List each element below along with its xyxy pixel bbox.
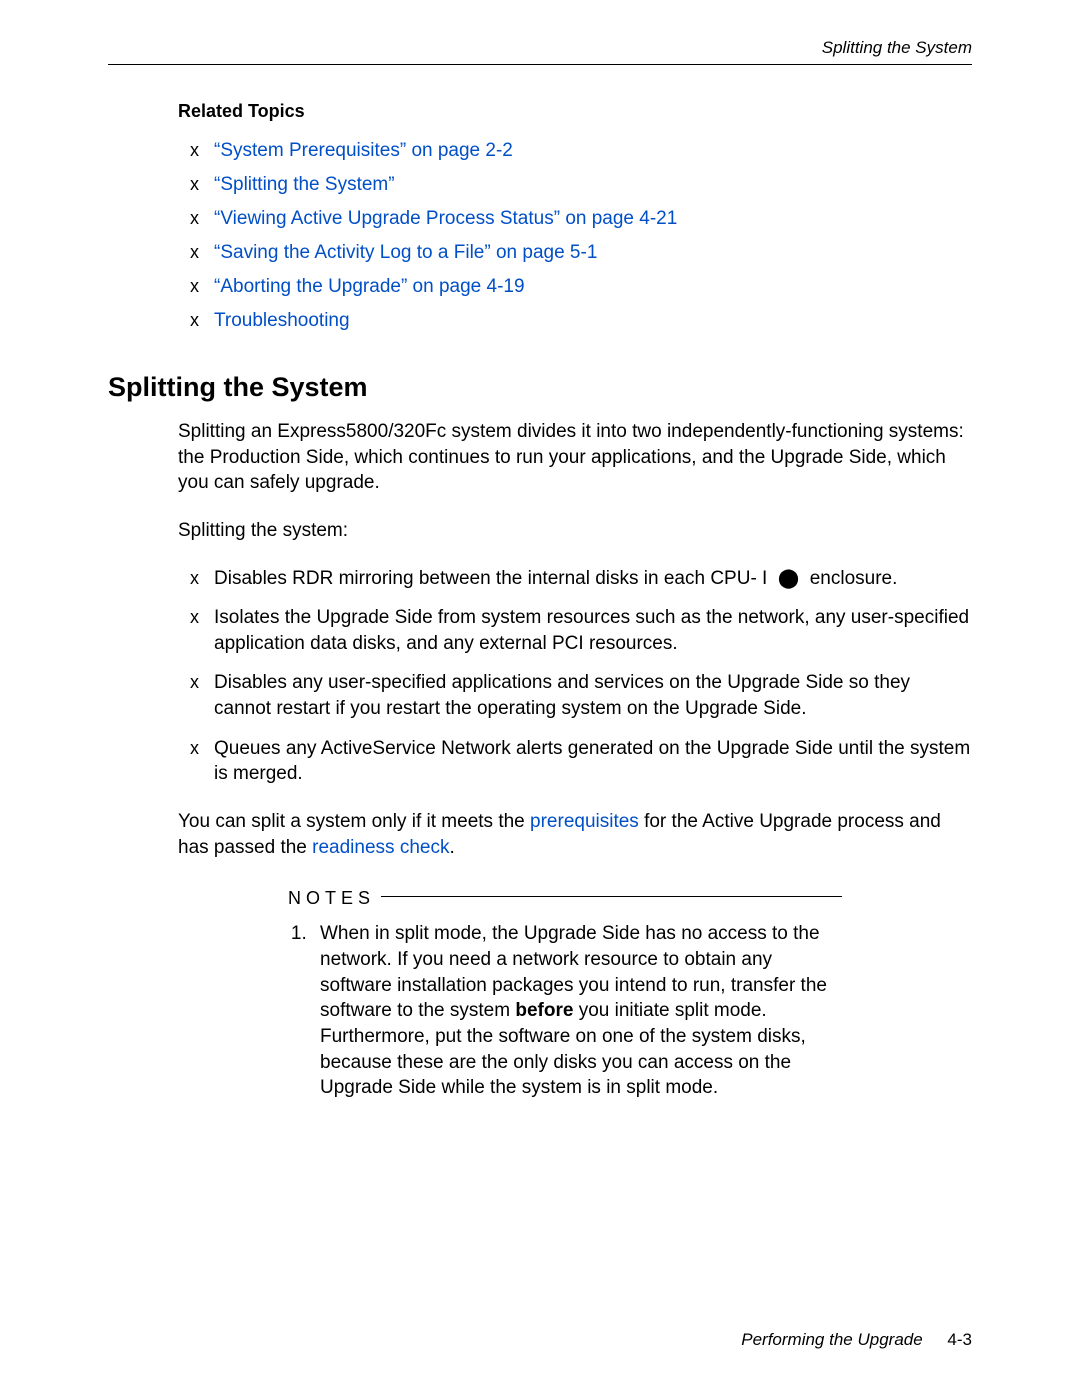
- text-fragment: .: [449, 837, 454, 858]
- notes-heading-row: NOTES: [288, 888, 842, 909]
- list-item: “Viewing Active Upgrade Process Status” …: [190, 208, 972, 230]
- topic-link[interactable]: Troubleshooting: [214, 310, 350, 331]
- lead-paragraph: Splitting the system:: [178, 518, 972, 544]
- list-item: Troubleshooting: [190, 310, 972, 332]
- prerequisites-link[interactable]: prerequisites: [530, 811, 639, 832]
- topic-link[interactable]: “Splitting the System”: [214, 174, 395, 195]
- list-item: “Aborting the Upgrade” on page 4-19: [190, 276, 972, 298]
- after-bullets-paragraph: You can split a system only if it meets …: [178, 809, 972, 860]
- notes-rule: [381, 896, 842, 897]
- list-item: When in split mode, the Upgrade Side has…: [312, 921, 842, 1100]
- list-item: Disables any user-specified applications…: [190, 670, 972, 721]
- notes-block: NOTES When in split mode, the Upgrade Si…: [288, 888, 842, 1100]
- footer-page-number: 4-3: [947, 1330, 972, 1349]
- footer-chapter: Performing the Upgrade: [741, 1330, 922, 1349]
- list-item: “Saving the Activity Log to a File” on p…: [190, 242, 972, 264]
- list-item: Disables RDR mirroring between the inter…: [190, 566, 972, 592]
- related-topics-heading: Related Topics: [178, 101, 972, 122]
- list-item: “Splitting the System”: [190, 174, 972, 196]
- text-fragment: You can split a system only if it meets …: [178, 811, 530, 832]
- topic-link[interactable]: “Saving the Activity Log to a File” on p…: [214, 242, 597, 263]
- running-header: Splitting the System: [108, 38, 972, 58]
- intro-paragraph: Splitting an Express5800/320Fc system di…: [178, 419, 972, 496]
- topic-link[interactable]: “System Prerequisites” on page 2-2: [214, 140, 513, 161]
- notes-list: When in split mode, the Upgrade Side has…: [312, 921, 842, 1100]
- topic-link[interactable]: “Aborting the Upgrade” on page 4-19: [214, 276, 525, 297]
- readiness-check-link[interactable]: readiness check: [312, 837, 449, 858]
- page-footer: Performing the Upgrade 4-3: [741, 1330, 972, 1350]
- header-rule: [108, 64, 972, 65]
- list-item: “System Prerequisites” on page 2-2: [190, 140, 972, 162]
- splitting-bullets: Disables RDR mirroring between the inter…: [190, 566, 972, 787]
- section-heading: Splitting the System: [108, 372, 972, 403]
- list-item: Isolates the Upgrade Side from system re…: [190, 605, 972, 656]
- list-item: Queues any ActiveService Network alerts …: [190, 736, 972, 787]
- topic-link[interactable]: “Viewing Active Upgrade Process Status” …: [214, 208, 677, 229]
- text-bold: before: [515, 1000, 573, 1021]
- related-topics-list: “System Prerequisites” on page 2-2 “Spli…: [190, 140, 972, 332]
- notes-label: NOTES: [288, 888, 375, 909]
